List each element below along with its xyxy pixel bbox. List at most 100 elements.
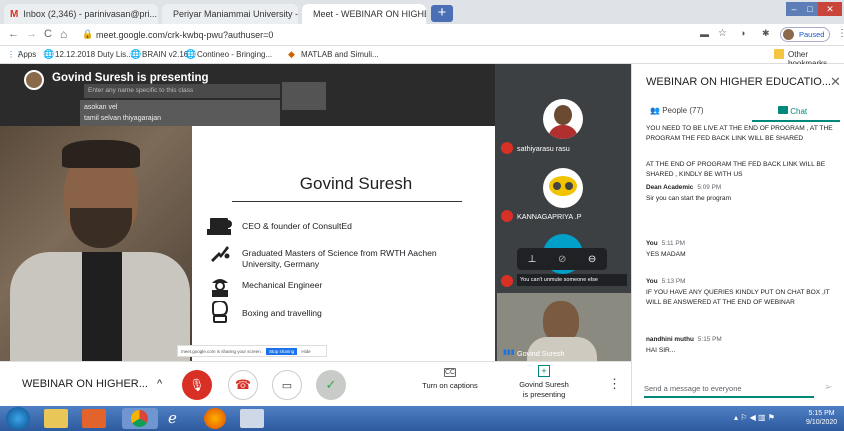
- presenter-hair: [62, 140, 140, 168]
- chat-message-meta: Dean Academic 5:09 PM: [646, 184, 721, 191]
- present-screen-icon: +: [538, 365, 550, 377]
- chat-tab[interactable]: Chat: [778, 106, 807, 116]
- tab-university[interactable]: Periyar Maniammai University - ... ✕: [162, 4, 298, 24]
- accept-button[interactable]: ✓: [316, 370, 346, 400]
- chat-author: nandhini muthu: [646, 336, 694, 343]
- participant-tile[interactable]: KANNAGAPRIYA .P: [497, 164, 631, 226]
- close-window-icon[interactable]: ✕: [818, 2, 842, 16]
- presenting-label: Govind Suresh is presenting: [519, 380, 569, 399]
- maximize-icon[interactable]: □: [802, 2, 818, 16]
- slide-body: [195, 126, 495, 361]
- leave-call-button[interactable]: ☎: [228, 370, 258, 400]
- tray-icons[interactable]: ▴ ⚐ ◀ ▥ ⚑: [734, 413, 775, 422]
- globe-icon: 🌐: [43, 49, 55, 59]
- reload-icon[interactable]: C: [44, 28, 52, 40]
- presenter-self-tile[interactable]: ▮▮▮ Govind Suresh: [497, 293, 631, 361]
- profile-paused-button[interactable]: Paused: [780, 27, 831, 42]
- chevron-up-icon: ^: [156, 378, 163, 390]
- chat-author: You: [646, 240, 658, 247]
- chat-message-text: HAI SIR...: [646, 347, 676, 354]
- extension-icon[interactable]: ◑: [740, 28, 745, 38]
- presenter-shirt: [82, 252, 122, 361]
- menu-icon[interactable]: ⋮: [837, 28, 844, 39]
- presenting-button[interactable]: + Govind Suresh is presenting: [508, 365, 580, 400]
- slide-bullet-text: CEO & founder of ConsultEd: [242, 221, 352, 231]
- mic-off-icon: [501, 142, 513, 154]
- screen-share-bar: meet.google.com is sharing your screen. …: [177, 345, 327, 357]
- chat-message-text: YOU NEED TO BE LIVE AT THE END OF PROGRA…: [646, 125, 833, 142]
- bookmark-contineo[interactable]: Contineo - Bringing...: [197, 50, 272, 59]
- star-icon[interactable]: ☆: [718, 28, 727, 39]
- overlay-search-input[interactable]: Enter any name specific to this class: [84, 84, 280, 98]
- firefox-icon[interactable]: [204, 408, 226, 429]
- clock[interactable]: 5:15 PM 9/10/2020: [806, 409, 837, 427]
- stop-sharing-button[interactable]: Stop sharing: [266, 347, 298, 355]
- chrome-taskbar-button[interactable]: [122, 408, 158, 429]
- bookmark-brain[interactable]: BRAIN v2.16: [142, 50, 188, 59]
- share-bar-text: meet.google.com is sharing your screen.: [181, 348, 263, 354]
- windows-taskbar: ℯ ▴ ⚐ ◀ ▥ ⚑ 5:15 PM 9/10/2020: [0, 406, 844, 431]
- hide-share-bar-button[interactable]: Hide: [301, 349, 310, 354]
- tile-hover-actions: ⊥ ⊘ ⊖: [517, 248, 607, 270]
- lock-icon: 🔒: [82, 29, 94, 39]
- pin-icon[interactable]: ⊥: [528, 254, 537, 265]
- graduate-icon: [211, 246, 230, 262]
- bookmark-apps[interactable]: Apps: [18, 50, 36, 59]
- profile-label: Paused: [799, 30, 825, 39]
- ie-icon[interactable]: ℯ: [168, 409, 192, 428]
- globe-icon: 🌐: [185, 49, 197, 59]
- bookmarks-bar: ⋮⋮ Apps 🌐 12.12.2018 Duty Lis... 🌐 BRAIN…: [0, 46, 844, 68]
- overlay-names-list: asokan vel tamil selvan thiyagarajan: [80, 100, 280, 126]
- captions-button[interactable]: CC Turn on captions: [416, 368, 484, 390]
- presenter-avatar: [24, 70, 44, 90]
- presenter-camera: [0, 124, 192, 361]
- new-tab-button[interactable]: +: [431, 5, 453, 22]
- url-field[interactable]: meet.google.com/crk-kwbq-pwu?authuser=0: [96, 30, 273, 40]
- overlay-thumbnail: [282, 82, 326, 110]
- minimize-icon[interactable]: –: [786, 2, 802, 16]
- chat-panel: WEBINAR ON HIGHER EDUCATIO... ✕ 👥 People…: [631, 64, 844, 406]
- participant-tile[interactable]: ⊥ ⊘ ⊖ You can't unmute someone else: [497, 228, 631, 290]
- people-tab-label: People (77): [662, 106, 704, 115]
- start-button[interactable]: [6, 407, 30, 430]
- bookmark-duty-list[interactable]: 12.12.2018 Duty Lis...: [55, 50, 133, 59]
- chat-tab-label: Chat: [790, 107, 808, 116]
- mic-off-icon: [501, 275, 513, 287]
- matlab-icon: ◆: [288, 49, 295, 59]
- chrome-icon: [131, 410, 148, 427]
- bookmark-matlab[interactable]: MATLAB and Simuli...: [301, 50, 379, 59]
- chat-message-text: IF YOU HAVE ANY QUERIES KINDLY PUT ON CH…: [646, 289, 830, 306]
- forward-icon[interactable]: →: [26, 28, 37, 40]
- participant-tile[interactable]: sathiyarasu rasu: [497, 92, 631, 162]
- slide-bullet-text: Graduated Masters of Science from RWTH A…: [242, 248, 437, 269]
- chat-input[interactable]: Send a message to everyone: [644, 384, 814, 398]
- close-icon[interactable]: ✕: [830, 74, 841, 90]
- media-player-icon[interactable]: [82, 409, 106, 428]
- cast-icon[interactable]: ▬: [700, 29, 709, 39]
- boxing-icon: [212, 301, 229, 323]
- remove-icon[interactable]: ⊖: [588, 254, 596, 265]
- participant-name: Govind Suresh: [517, 349, 565, 358]
- home-icon[interactable]: ⌂: [60, 27, 67, 41]
- captions-label: Turn on captions: [422, 381, 478, 390]
- clock-time: 5:15 PM: [808, 410, 835, 417]
- people-tab[interactable]: 👥 People (77): [650, 106, 704, 115]
- presenter-banner: Govind Suresh is presenting: [52, 72, 209, 84]
- camera-toggle-button[interactable]: ▭: [272, 370, 302, 400]
- tab-meet[interactable]: Meet - WEBINAR ON HIGHE... ✕: [302, 4, 426, 24]
- chat-message-text: AT THE END OF PROGRAM THE FED BACK LINK …: [646, 161, 826, 178]
- back-icon[interactable]: ←: [8, 28, 19, 40]
- paint-icon[interactable]: [240, 409, 264, 428]
- avatar: [783, 29, 794, 40]
- puzzle-icon[interactable]: ✱: [762, 28, 770, 39]
- mic-off-icon[interactable]: ⊘: [558, 254, 566, 265]
- explorer-icon[interactable]: [44, 409, 68, 428]
- captions-icon: CC: [444, 368, 456, 377]
- globe-icon: 🌐: [130, 49, 142, 59]
- chat-tab-indicator: [752, 120, 840, 122]
- tab-gmail[interactable]: M Inbox (2,346) - parinivasan@pri... ✕: [4, 4, 158, 24]
- mic-toggle-button[interactable]: 🎙: [182, 370, 212, 400]
- meeting-title-button[interactable]: WEBINAR ON HIGHER... ^: [22, 378, 162, 390]
- more-options-icon[interactable]: ⋮: [608, 376, 621, 392]
- send-icon[interactable]: ➢: [824, 382, 832, 393]
